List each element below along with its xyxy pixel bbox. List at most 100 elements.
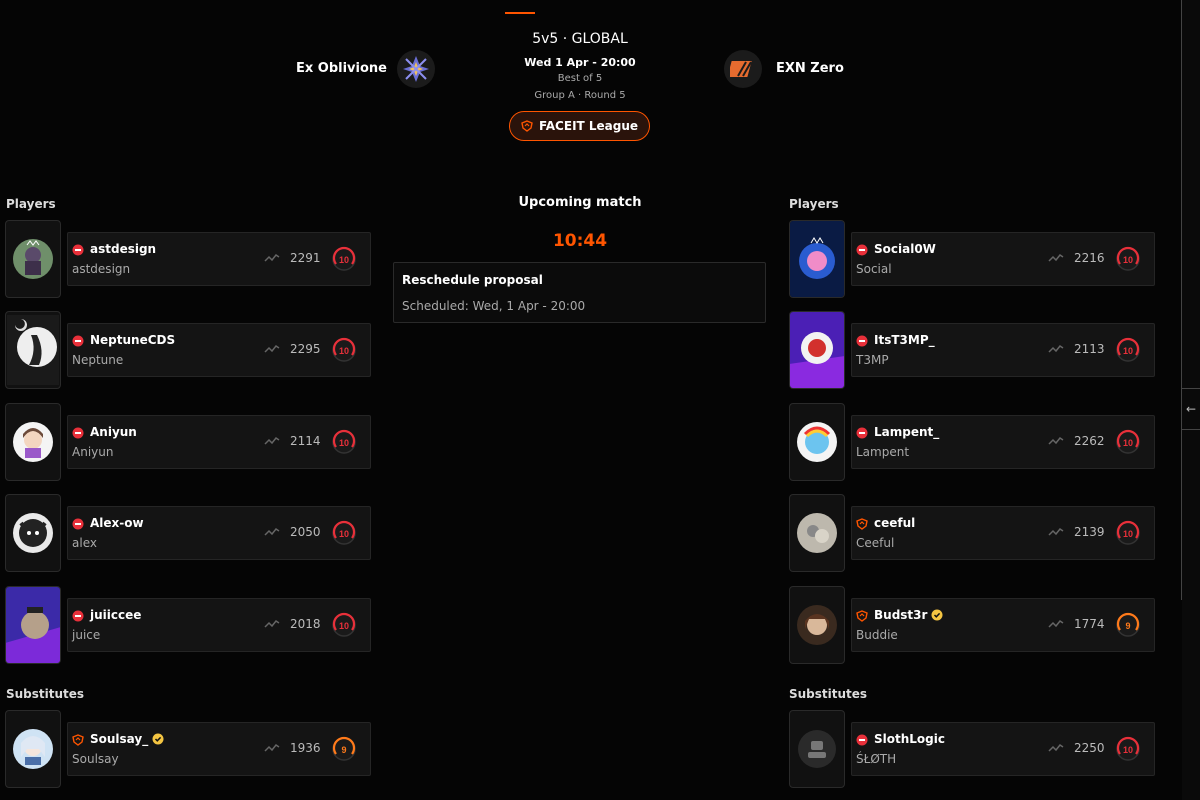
elo-trend-icon	[264, 619, 280, 628]
player-card[interactable]: Social0W Social 2216 10	[851, 232, 1155, 286]
elo-trend-icon	[1048, 253, 1064, 262]
player-card[interactable]: astdesign astdesign 2291 10	[67, 232, 371, 286]
player-card[interactable]: Budst3r Buddie 1774 9	[851, 598, 1155, 652]
svg-text:10: 10	[339, 529, 349, 539]
player-name: Buddie	[856, 628, 898, 642]
player-skill-level: 10	[1115, 736, 1141, 762]
player-skill-level: 9	[1115, 612, 1141, 638]
player-name: astdesign	[72, 262, 131, 276]
player-card[interactable]: NeptuneCDS Neptune 2295 10	[67, 323, 371, 377]
player-nickname[interactable]: Social0W	[874, 242, 936, 256]
match-date: Wed 1 Apr - 20:00	[524, 56, 636, 69]
player-card[interactable]: SlothLogic ŚŁØTH 2250 10	[851, 722, 1155, 776]
player-elo: 2139	[1074, 525, 1105, 539]
faceit-status-icon	[72, 335, 84, 347]
best-of: Best of 5	[557, 73, 603, 84]
skill-level-10-icon: 10	[1116, 429, 1140, 454]
team-shield-icon	[856, 610, 868, 622]
player-nickname[interactable]: Aniyun	[90, 425, 137, 439]
side-panel-toggle[interactable]: ←	[1182, 388, 1200, 430]
player-card[interactable]: Aniyun Aniyun 2114 10	[67, 415, 371, 469]
player-card[interactable]: Soulsay_ Soulsay 1936 9	[67, 722, 371, 776]
team-left-logo[interactable]	[397, 50, 435, 88]
svg-text:10: 10	[339, 621, 349, 631]
skill-level-10-icon: 10	[1116, 246, 1140, 271]
svg-text:9: 9	[1125, 621, 1130, 631]
player-nickname[interactable]: NeptuneCDS	[90, 333, 175, 347]
player-elo: 2113	[1074, 342, 1105, 356]
player-nickname[interactable]: ceeful	[874, 516, 915, 530]
player-avatar[interactable]	[5, 494, 61, 572]
player-elo: 1936	[290, 741, 321, 755]
player-skill-level: 10	[331, 520, 357, 546]
player-avatar[interactable]	[789, 403, 845, 481]
elo-trend-icon	[1048, 619, 1064, 628]
player-skill-level: 10	[1115, 337, 1141, 363]
svg-text:10: 10	[339, 438, 349, 448]
svg-text:10: 10	[339, 346, 349, 356]
elo-trend-icon	[1048, 436, 1064, 445]
player-skill-level: 10	[331, 246, 357, 272]
faceit-status-icon	[856, 244, 868, 256]
player-nickname[interactable]: juiiccee	[90, 608, 141, 622]
player-avatar[interactable]	[5, 710, 61, 788]
player-avatar[interactable]	[789, 311, 845, 389]
elo-trend-icon	[264, 344, 280, 353]
player-name: T3MP	[856, 353, 889, 367]
player-elo: 2114	[290, 434, 321, 448]
group-round: Group A · Round 5	[534, 90, 626, 101]
svg-text:10: 10	[339, 255, 349, 265]
player-skill-level: 10	[331, 429, 357, 455]
player-card[interactable]: ItsT3MP_ T3MP 2113 10	[851, 323, 1155, 377]
player-card[interactable]: Alex-ow alex 2050 10	[67, 506, 371, 560]
ex-oblivione-logo-icon	[403, 56, 429, 82]
elo-trend-icon	[1048, 743, 1064, 752]
match-mode: 5v5 · GLOBAL	[532, 31, 628, 47]
reschedule-proposal-panel[interactable]: Reschedule proposal Scheduled: Wed, 1 Ap…	[393, 262, 766, 323]
skill-level-10-icon: 10	[1116, 736, 1140, 761]
avatar-image	[790, 711, 844, 787]
player-card[interactable]: juiiccee juice 2018 10	[67, 598, 371, 652]
skill-level-10-icon: 10	[332, 246, 356, 271]
player-nickname[interactable]: SlothLogic	[874, 732, 945, 746]
player-skill-level: 10	[331, 337, 357, 363]
player-skill-level: 10	[1115, 429, 1141, 455]
player-nickname[interactable]: Soulsay_	[90, 732, 164, 746]
player-name: Ceeful	[856, 536, 895, 550]
exn-zero-logo-icon	[730, 61, 752, 77]
player-avatar[interactable]	[789, 220, 845, 298]
avatar-image	[790, 587, 844, 663]
player-avatar[interactable]	[789, 494, 845, 572]
player-nickname[interactable]: astdesign	[90, 242, 156, 256]
team-left-name[interactable]: Ex Oblivione	[296, 61, 387, 76]
player-name: Aniyun	[72, 445, 114, 459]
avatar-image	[790, 404, 844, 480]
avatar-image	[6, 312, 60, 388]
player-avatar[interactable]	[789, 586, 845, 664]
player-elo: 1774	[1074, 617, 1105, 631]
left-players-label: Players	[6, 197, 56, 211]
reschedule-scheduled-text: Scheduled: Wed, 1 Apr - 20:00	[402, 299, 586, 313]
player-elo: 2291	[290, 251, 321, 265]
svg-text:10: 10	[1123, 529, 1133, 539]
player-nickname[interactable]: Budst3r	[874, 608, 943, 622]
player-card[interactable]: ceeful Ceeful 2139 10	[851, 506, 1155, 560]
player-avatar[interactable]	[5, 311, 61, 389]
player-avatar[interactable]	[5, 220, 61, 298]
avatar-image	[6, 711, 60, 787]
faceit-league-button[interactable]: FACEIT League	[509, 111, 650, 141]
player-nickname[interactable]: ItsT3MP_	[874, 333, 935, 347]
team-right-name[interactable]: EXN Zero	[776, 61, 844, 76]
player-avatar[interactable]	[5, 403, 61, 481]
player-elo: 2262	[1074, 434, 1105, 448]
faceit-status-icon	[856, 427, 868, 439]
player-nickname[interactable]: Lampent_	[874, 425, 939, 439]
player-avatar[interactable]	[789, 710, 845, 788]
player-nickname[interactable]: Alex-ow	[90, 516, 144, 530]
player-name: juice	[72, 628, 101, 642]
player-avatar[interactable]	[5, 586, 61, 664]
team-right-logo[interactable]	[724, 50, 762, 88]
player-card[interactable]: Lampent_ Lampent 2262 10	[851, 415, 1155, 469]
player-name: Neptune	[72, 353, 124, 367]
faceit-status-icon	[856, 335, 868, 347]
